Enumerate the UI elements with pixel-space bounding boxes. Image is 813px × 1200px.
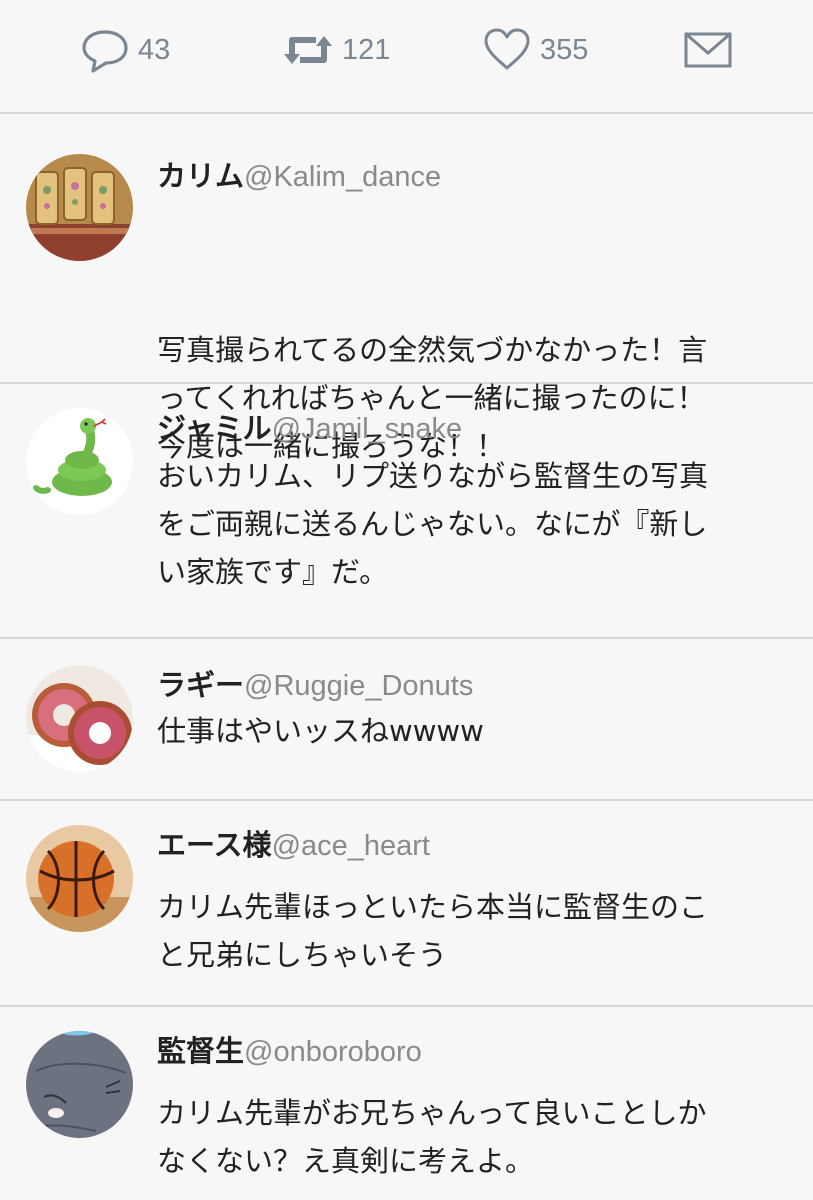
- retweet-icon: [282, 26, 334, 74]
- reply-item[interactable]: 監督生@onboroboro カリム先輩がお兄ちゃんって良いことしか なくない？…: [0, 1007, 813, 1198]
- speech-bubble-icon: [80, 26, 130, 74]
- tweet-action-bar: 43 121 355: [0, 0, 813, 114]
- avatar[interactable]: [26, 825, 133, 932]
- reply-text: おいカリム、リプ送りながら監督生の写真 をご両親に送るんじゃない。なにが『新し …: [157, 459, 709, 589]
- like-button[interactable]: 355: [482, 26, 588, 74]
- reply-header: ジャミル@Jamil_snake: [157, 410, 462, 447]
- retweet-button[interactable]: 121: [282, 26, 390, 74]
- reply-text: 仕事はやいッスねwwww: [157, 714, 484, 748]
- display-name[interactable]: カリム: [157, 159, 244, 193]
- reply-count: 43: [138, 33, 171, 66]
- display-name[interactable]: ラギー: [157, 668, 244, 702]
- reply-text: カリム先輩がお兄ちゃんって良いことしか なくない？え真剣に考えよ。: [157, 1096, 707, 1178]
- avatar[interactable]: [26, 665, 133, 772]
- avatar[interactable]: [26, 154, 133, 261]
- reply-button[interactable]: 43: [80, 26, 170, 74]
- user-handle[interactable]: @Ruggie_Donuts: [244, 670, 473, 702]
- heart-icon: [482, 26, 532, 74]
- user-handle[interactable]: @ace_heart: [272, 830, 430, 862]
- reply-header: エース様@ace_heart: [157, 827, 430, 864]
- display-name[interactable]: ジャミル: [157, 411, 272, 445]
- reply-header: ラギー@Ruggie_Donuts: [157, 667, 473, 704]
- display-name[interactable]: 監督生: [157, 1034, 244, 1068]
- avatar[interactable]: [26, 1031, 133, 1138]
- reply-item[interactable]: ラギー@Ruggie_Donuts 仕事はやいッスねwwww: [0, 639, 813, 801]
- reply-item[interactable]: ジャミル@Jamil_snake おいカリム、リプ送りながら監督生の写真 をご両…: [0, 384, 813, 639]
- reply-header: カリム@Kalim_dance: [157, 158, 441, 195]
- direct-message-button[interactable]: [682, 26, 734, 74]
- user-handle[interactable]: @Jamil_snake: [272, 413, 463, 445]
- envelope-icon: [682, 26, 734, 74]
- user-handle[interactable]: @Kalim_dance: [244, 161, 441, 193]
- reply-header: 監督生@onboroboro: [157, 1033, 422, 1070]
- reply-item[interactable]: エース様@ace_heart カリム先輩ほっといたら本当に監督生のこ と兄弟にし…: [0, 801, 813, 1007]
- display-name[interactable]: エース様: [157, 828, 272, 862]
- retweet-count: 121: [342, 33, 391, 66]
- user-handle[interactable]: @onboroboro: [244, 1036, 422, 1068]
- reply-item[interactable]: カリム@Kalim_dance 写真撮られてるの全然気づかなかった！言 ってくれ…: [0, 114, 813, 463]
- reply-text: カリム先輩ほっといたら本当に監督生のこ と兄弟にしちゃいそう: [157, 890, 709, 972]
- avatar[interactable]: [26, 408, 133, 515]
- like-count: 355: [540, 33, 589, 66]
